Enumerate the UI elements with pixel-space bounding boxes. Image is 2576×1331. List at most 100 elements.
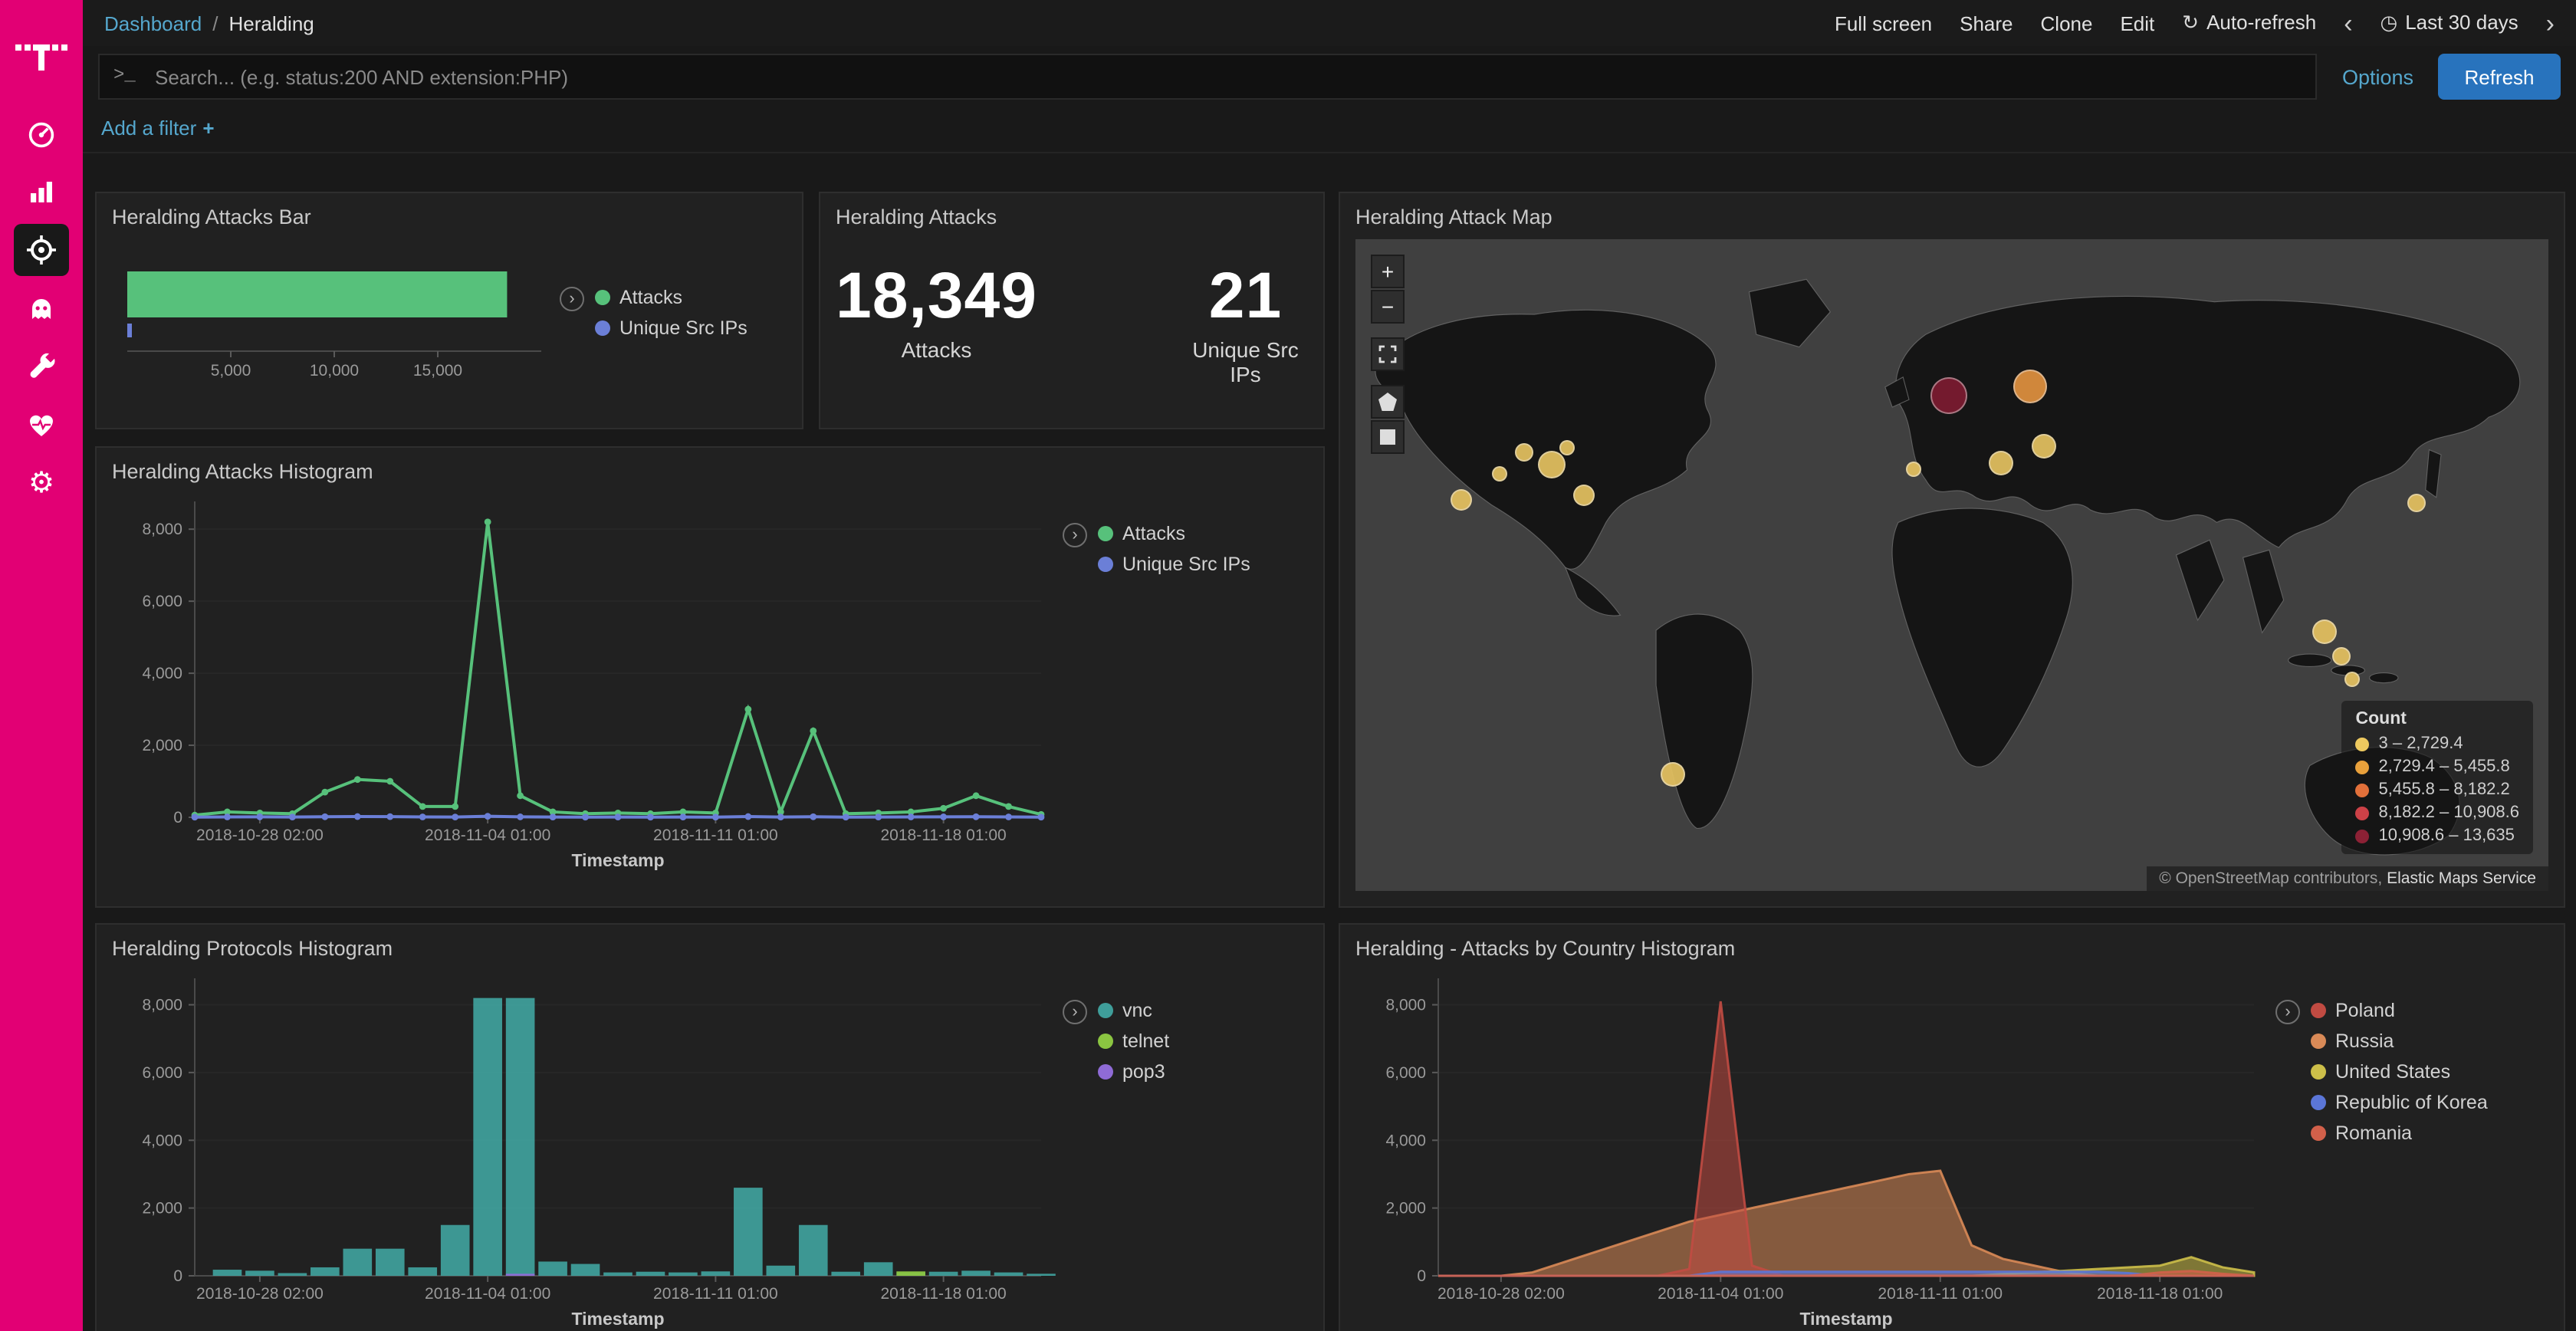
sidebar-item-tools[interactable]	[14, 340, 69, 393]
legend-label: Unique Src IPs	[619, 317, 748, 339]
legend-item[interactable]: United States	[2311, 1061, 2488, 1083]
map-count-legend: Count 3 – 2,729.42,729.4 – 5,455.85,455.…	[2342, 701, 2534, 854]
breadcrumb-separator: /	[212, 12, 218, 35]
legend-collapse-button[interactable]: ›	[1063, 1000, 1087, 1024]
polygon-icon	[1378, 393, 1397, 411]
svg-text:4,000: 4,000	[142, 1132, 182, 1149]
sidebar-item-settings[interactable]: ⚙	[14, 457, 69, 509]
map-fit-bounds-button[interactable]	[1371, 337, 1405, 371]
legend-label: telnet	[1122, 1030, 1169, 1052]
edit-button[interactable]: Edit	[2120, 12, 2154, 35]
add-filter-link[interactable]: Add a filter+	[101, 117, 215, 140]
terminal-prompt-icon: >_	[113, 64, 136, 86]
filter-bar: Add a filter+	[83, 103, 2576, 153]
legend-label: Republic of Korea	[2335, 1092, 2488, 1113]
sidebar-item-threat-intel[interactable]	[14, 282, 69, 334]
legend-collapse-button[interactable]: ›	[1063, 523, 1087, 547]
svg-text:2018-11-11 01:00: 2018-11-11 01:00	[653, 1285, 778, 1303]
options-link[interactable]: Options	[2342, 65, 2413, 88]
legend-color-dot	[2311, 1095, 2326, 1110]
ghost-mask-icon	[26, 293, 57, 324]
legend-color-dot	[2311, 1126, 2326, 1141]
fullscreen-button[interactable]: Full screen	[1835, 12, 1932, 35]
map-zoom-in-button[interactable]: +	[1371, 255, 1405, 288]
legend-item[interactable]: telnet	[1098, 1030, 1169, 1052]
legend-item[interactable]: vnc	[1098, 1000, 1169, 1021]
search-input[interactable]	[98, 54, 2318, 100]
legend-item[interactable]: Poland	[2311, 1000, 2488, 1021]
share-button[interactable]: Share	[1960, 12, 2013, 35]
legend-item[interactable]: Republic of Korea	[2311, 1092, 2488, 1113]
legend-color-dot	[1098, 1003, 1113, 1018]
attack-location-marker[interactable]	[2331, 648, 2350, 666]
breadcrumb-dashboard-link[interactable]: Dashboard	[104, 12, 202, 35]
plus-icon: +	[202, 117, 214, 140]
legend-item[interactable]: Attacks	[595, 287, 748, 308]
clone-button[interactable]: Clone	[2041, 12, 2093, 35]
legend-collapse-button[interactable]: ›	[2275, 1000, 2300, 1024]
attack-location-marker[interactable]	[1574, 485, 1595, 507]
sidebar-item-health[interactable]	[14, 399, 69, 451]
svg-text:10,000: 10,000	[310, 362, 359, 380]
legend-item[interactable]: Romania	[2311, 1122, 2488, 1144]
attack-location-marker[interactable]	[2032, 433, 2056, 458]
svg-text:2018-11-04 01:00: 2018-11-04 01:00	[425, 1285, 550, 1303]
attacks-bar-chart[interactable]: 5,00010,00015,000	[112, 256, 560, 409]
map-legend-row: 3 – 2,729.4	[2356, 735, 2520, 753]
sidebar-item-attack-map[interactable]	[14, 224, 69, 276]
attack-location-marker[interactable]	[1930, 378, 1967, 415]
attack-location-marker[interactable]	[1492, 465, 1507, 481]
legend-item[interactable]: Unique Src IPs	[1098, 554, 1250, 575]
attack-location-marker[interactable]	[1989, 451, 2013, 475]
legend-collapse-button[interactable]: ›	[560, 287, 584, 311]
legend-label: Poland	[2335, 1000, 2395, 1021]
country-area-chart[interactable]: 02,0004,0006,0008,0002018-10-28 02:00201…	[1355, 963, 2275, 1331]
attack-location-marker[interactable]	[1451, 489, 1472, 511]
svg-text:2018-11-04 01:00: 2018-11-04 01:00	[425, 827, 550, 844]
top-actions: Full screen Share Clone Edit ↻Auto-refre…	[1835, 10, 2555, 36]
map-draw-rect-button[interactable]	[1371, 420, 1405, 454]
time-back-button[interactable]: ‹	[2344, 10, 2352, 36]
sidebar-item-analytics[interactable]	[14, 166, 69, 218]
chart-legend: › Attacks Unique Src IPs	[560, 232, 748, 339]
attack-location-marker[interactable]	[1559, 439, 1574, 455]
square-icon	[1378, 428, 1397, 446]
refresh-button[interactable]: Refresh	[2438, 54, 2561, 100]
attack-location-marker[interactable]	[1661, 763, 1685, 787]
svg-text:2018-11-04 01:00: 2018-11-04 01:00	[1658, 1285, 1783, 1303]
map-draw-polygon-button[interactable]	[1371, 385, 1405, 419]
svg-text:2,000: 2,000	[142, 737, 182, 754]
panel-title: Heralding Attack Map	[1355, 205, 2548, 228]
legend-label: Attacks	[619, 287, 682, 308]
attack-location-marker[interactable]	[1539, 452, 1566, 479]
panel-heralding-protocols-histogram: Heralding Protocols Histogram 02,0004,00…	[95, 923, 1325, 1331]
svg-text:0: 0	[1417, 1267, 1426, 1285]
svg-text:2,000: 2,000	[142, 1200, 182, 1218]
attack-location-marker[interactable]	[1516, 443, 1534, 462]
attack-location-marker[interactable]	[2408, 494, 2426, 512]
legend-item[interactable]: Unique Src IPs	[595, 317, 748, 339]
protocols-bar-chart[interactable]: 02,0004,0006,0008,0002018-10-28 02:00201…	[112, 963, 1063, 1331]
world-map[interactable]: + −	[1355, 239, 2548, 891]
attack-location-marker[interactable]	[1906, 462, 1921, 478]
time-forward-button[interactable]: ›	[2546, 10, 2555, 36]
map-zoom-out-button[interactable]: −	[1371, 290, 1405, 324]
legend-label: Unique Src IPs	[1122, 554, 1250, 575]
attacks-line-chart[interactable]: 02,0004,0006,0008,0002018-10-28 02:00201…	[112, 486, 1063, 873]
legend-item[interactable]: Attacks	[1098, 523, 1250, 544]
telekom-t-logo[interactable]	[15, 18, 67, 92]
attack-location-marker[interactable]	[2014, 370, 2048, 403]
elastic-maps-service-link[interactable]: Elastic Maps Service	[2387, 869, 2536, 888]
time-range-picker[interactable]: ◷Last 30 days	[2380, 11, 2518, 35]
legend-color-dot	[2311, 1003, 2326, 1018]
kibana-dashboard-app: ⚙ Dashboard / Heralding Full screen Shar…	[0, 0, 2576, 1331]
sidebar-item-dashboard[interactable]	[14, 107, 69, 159]
metric-group: 18,349 Attacks 21 Unique Src IPs	[836, 259, 1308, 386]
auto-refresh-button[interactable]: ↻Auto-refresh	[2182, 11, 2316, 35]
legend-item[interactable]: Russia	[2311, 1030, 2488, 1052]
legend-item[interactable]: pop3	[1098, 1061, 1169, 1083]
map-legend-label: 8,182.2 – 10,908.6	[2379, 804, 2520, 822]
attack-location-marker[interactable]	[2312, 620, 2336, 645]
attack-location-marker[interactable]	[2345, 672, 2361, 688]
breadcrumb-current-page: Heralding	[228, 12, 314, 35]
